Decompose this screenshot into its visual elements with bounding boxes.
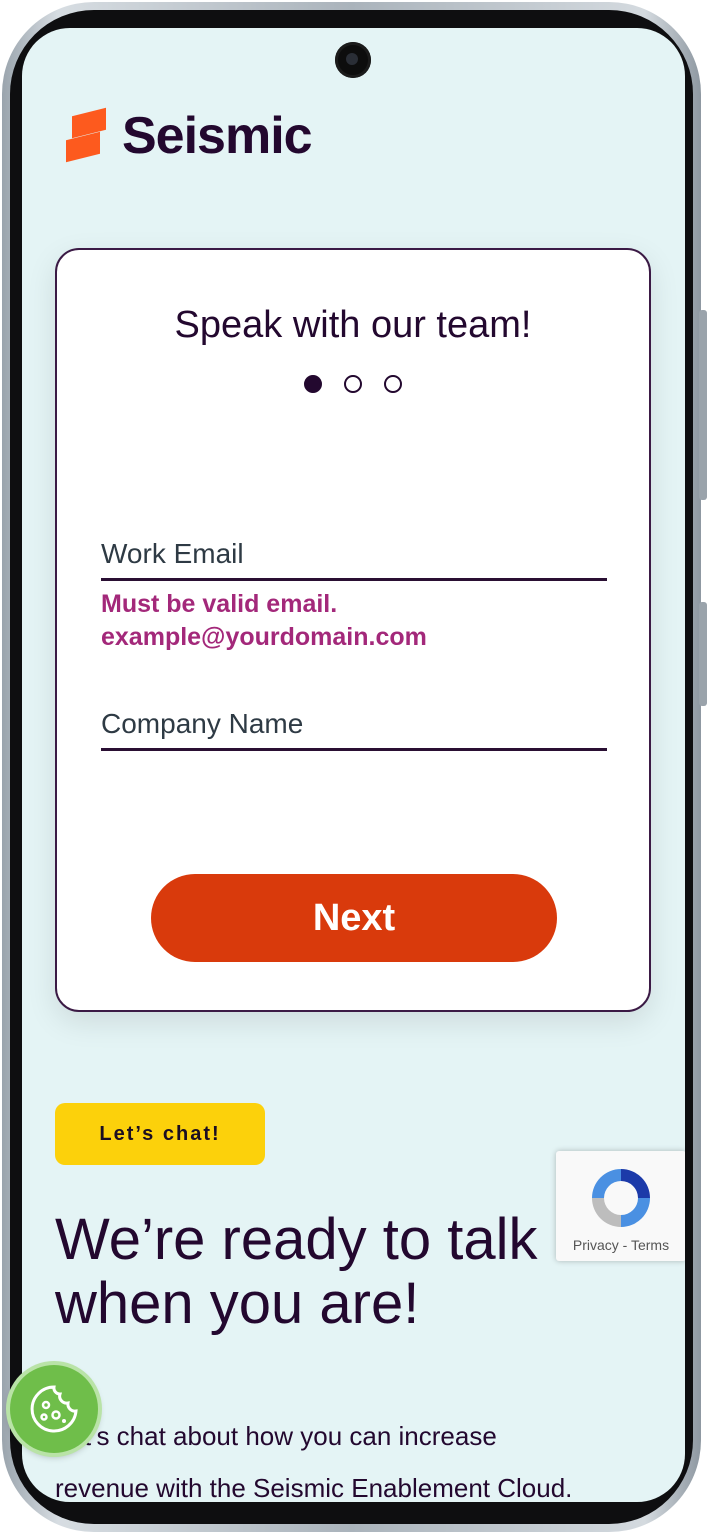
next-button[interactable]: Next	[151, 874, 557, 962]
work-email-field[interactable]: Work Email	[101, 538, 607, 581]
company-name-field[interactable]: Company Name	[101, 708, 607, 751]
work-email-label: Work Email	[101, 538, 607, 581]
cookie-settings-button[interactable]	[10, 1365, 98, 1453]
contact-form-card: Speak with our team! Work Email Must be …	[55, 248, 651, 1012]
email-error-message: Must be valid email. example@yourdomain.…	[101, 588, 427, 654]
power-button	[699, 602, 707, 706]
form-title: Speak with our team!	[174, 304, 532, 346]
step-dot-3	[384, 375, 402, 393]
recaptcha-links[interactable]: Privacy - Terms	[556, 1237, 685, 1253]
chat-body: Let’s chat about how you can increase re…	[55, 1410, 685, 1502]
headline-line-2: when you are!	[55, 1271, 420, 1336]
recaptcha-badge[interactable]: Privacy - Terms	[556, 1151, 685, 1261]
email-error-line-1: Must be valid email.	[101, 590, 338, 618]
volume-button	[699, 310, 707, 500]
lets-chat-badge: Let’s chat!	[55, 1103, 265, 1165]
step-indicator	[57, 375, 649, 393]
seismic-logo[interactable]: Seismic	[66, 106, 313, 166]
step-dot-2	[344, 375, 362, 393]
brand-name: Seismic	[122, 107, 313, 165]
body-line-1: Let’s chat about how you can increase	[55, 1421, 497, 1451]
recaptcha-icon	[592, 1169, 650, 1227]
seismic-logo-icon	[66, 107, 106, 163]
camera-icon	[335, 42, 371, 78]
cookie-icon	[30, 1385, 78, 1433]
body-line-2: revenue with the Seismic Enablement Clou…	[55, 1473, 573, 1502]
screen: Seismic Speak with our team! Work Email …	[22, 28, 685, 1502]
email-error-line-2: example@yourdomain.com	[101, 623, 427, 651]
company-name-label: Company Name	[101, 708, 607, 751]
step-dot-1	[304, 375, 322, 393]
